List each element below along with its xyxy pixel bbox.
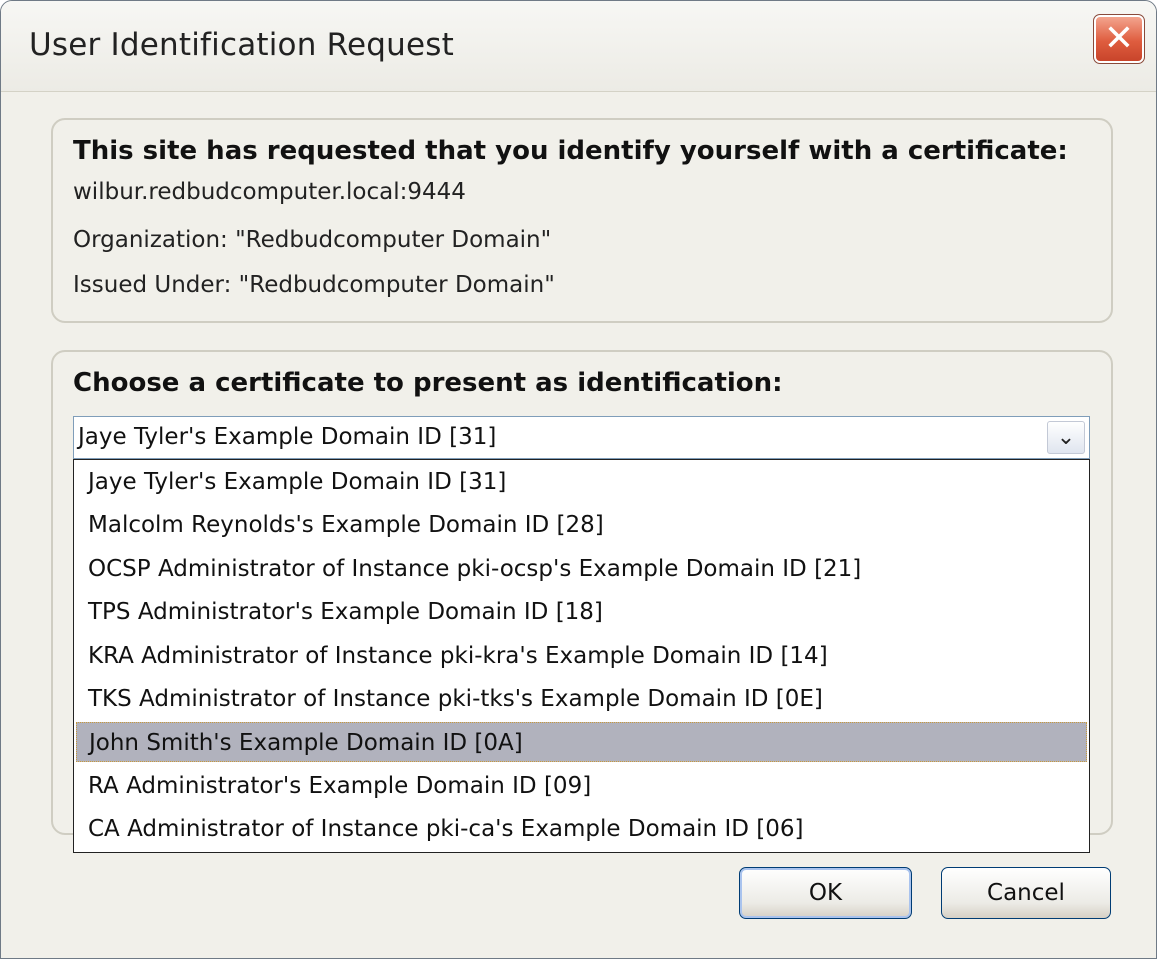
dialog-title: User Identification Request xyxy=(29,27,454,63)
certificate-select-value: Jaye Tyler's Example Domain ID [31] xyxy=(78,424,497,450)
site-organization: Organization: "Redbudcomputer Domain" xyxy=(73,227,552,253)
certificate-options-list: Jaye Tyler's Example Domain ID [31] Malco… xyxy=(73,459,1090,853)
chevron-down-icon: ⌄ xyxy=(1056,425,1076,450)
dialog-window: User Identification Request ✕ This site … xyxy=(0,0,1157,959)
certificate-option[interactable]: RA Administrator's Example Domain ID [09… xyxy=(76,766,1087,806)
site-host: wilbur.redbudcomputer.local:9444 xyxy=(73,179,466,205)
certificate-option[interactable]: TKS Administrator of Instance pki-tks's … xyxy=(76,679,1087,719)
site-issuer: Issued Under: "Redbudcomputer Domain" xyxy=(73,272,555,298)
title-bar[interactable]: User Identification Request ✕ xyxy=(1,1,1156,92)
certificate-option[interactable]: Malcolm Reynolds's Example Domain ID [28… xyxy=(76,505,1087,545)
ok-button[interactable]: OK xyxy=(739,867,912,919)
dropdown-toggle-button[interactable]: ⌄ xyxy=(1047,421,1085,454)
certificate-option[interactable]: OCSP Administrator of Instance pki-ocsp'… xyxy=(76,549,1087,589)
certificate-select[interactable]: Jaye Tyler's Example Domain ID [31] ⌄ xyxy=(73,416,1090,459)
certificate-option[interactable]: John Smith's Example Domain ID [0A] xyxy=(76,722,1087,762)
close-button[interactable]: ✕ xyxy=(1093,14,1145,64)
chooser-heading: Choose a certificate to present as ident… xyxy=(73,368,783,398)
site-request-heading: This site has requested that you identif… xyxy=(73,136,1068,166)
certificate-option[interactable]: KRA Administrator of Instance pki-kra's … xyxy=(76,636,1087,676)
certificate-option[interactable]: Jaye Tyler's Example Domain ID [31] xyxy=(76,462,1087,502)
certificate-option[interactable]: CA Administrator of Instance pki-ca's Ex… xyxy=(76,809,1087,849)
close-icon: ✕ xyxy=(1103,18,1135,59)
cancel-button[interactable]: Cancel xyxy=(941,867,1111,919)
certificate-option[interactable]: TPS Administrator's Example Domain ID [1… xyxy=(76,592,1087,632)
site-info-panel: This site has requested that you identif… xyxy=(51,118,1113,323)
